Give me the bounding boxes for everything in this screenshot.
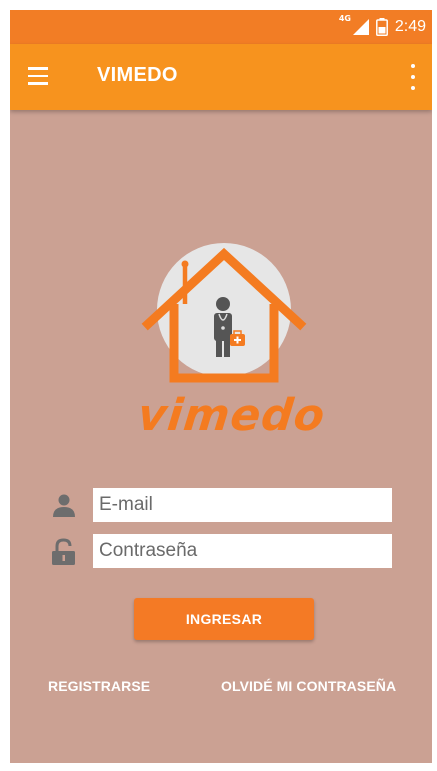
more-vert-icon[interactable] bbox=[408, 64, 418, 90]
password-field[interactable] bbox=[93, 534, 392, 568]
vimedo-logo: vimedo bbox=[135, 242, 328, 447]
clock: 2:49 bbox=[394, 18, 426, 35]
email-field[interactable] bbox=[93, 488, 392, 522]
app-bar: VIMEDO bbox=[10, 44, 432, 110]
brand-wordmark: vimedo bbox=[135, 390, 328, 441]
hamburger-menu-icon[interactable] bbox=[28, 67, 54, 87]
phone-screen: 4G 2:49 VIMEDO vimedo E-mail INGRESAR RE… bbox=[10, 10, 432, 763]
signal-icon: 4G bbox=[339, 14, 369, 35]
forgot-password-link[interactable]: OLVIDÉ MI CONTRASEÑA bbox=[221, 678, 396, 694]
login-button[interactable]: INGRESAR bbox=[134, 598, 314, 640]
house-doctor-logo bbox=[141, 243, 307, 383]
person-icon bbox=[53, 494, 75, 517]
email-row bbox=[50, 488, 400, 524]
status-icons: 4G 2:49 bbox=[339, 10, 426, 44]
app-title: VIMEDO bbox=[97, 64, 178, 86]
register-link[interactable]: REGISTRARSE bbox=[48, 678, 150, 694]
password-row bbox=[50, 534, 400, 570]
unlock-icon bbox=[52, 538, 75, 565]
status-bar: 4G 2:49 bbox=[10, 10, 432, 44]
battery-icon bbox=[375, 18, 388, 36]
network-type: 4G bbox=[338, 14, 351, 23]
